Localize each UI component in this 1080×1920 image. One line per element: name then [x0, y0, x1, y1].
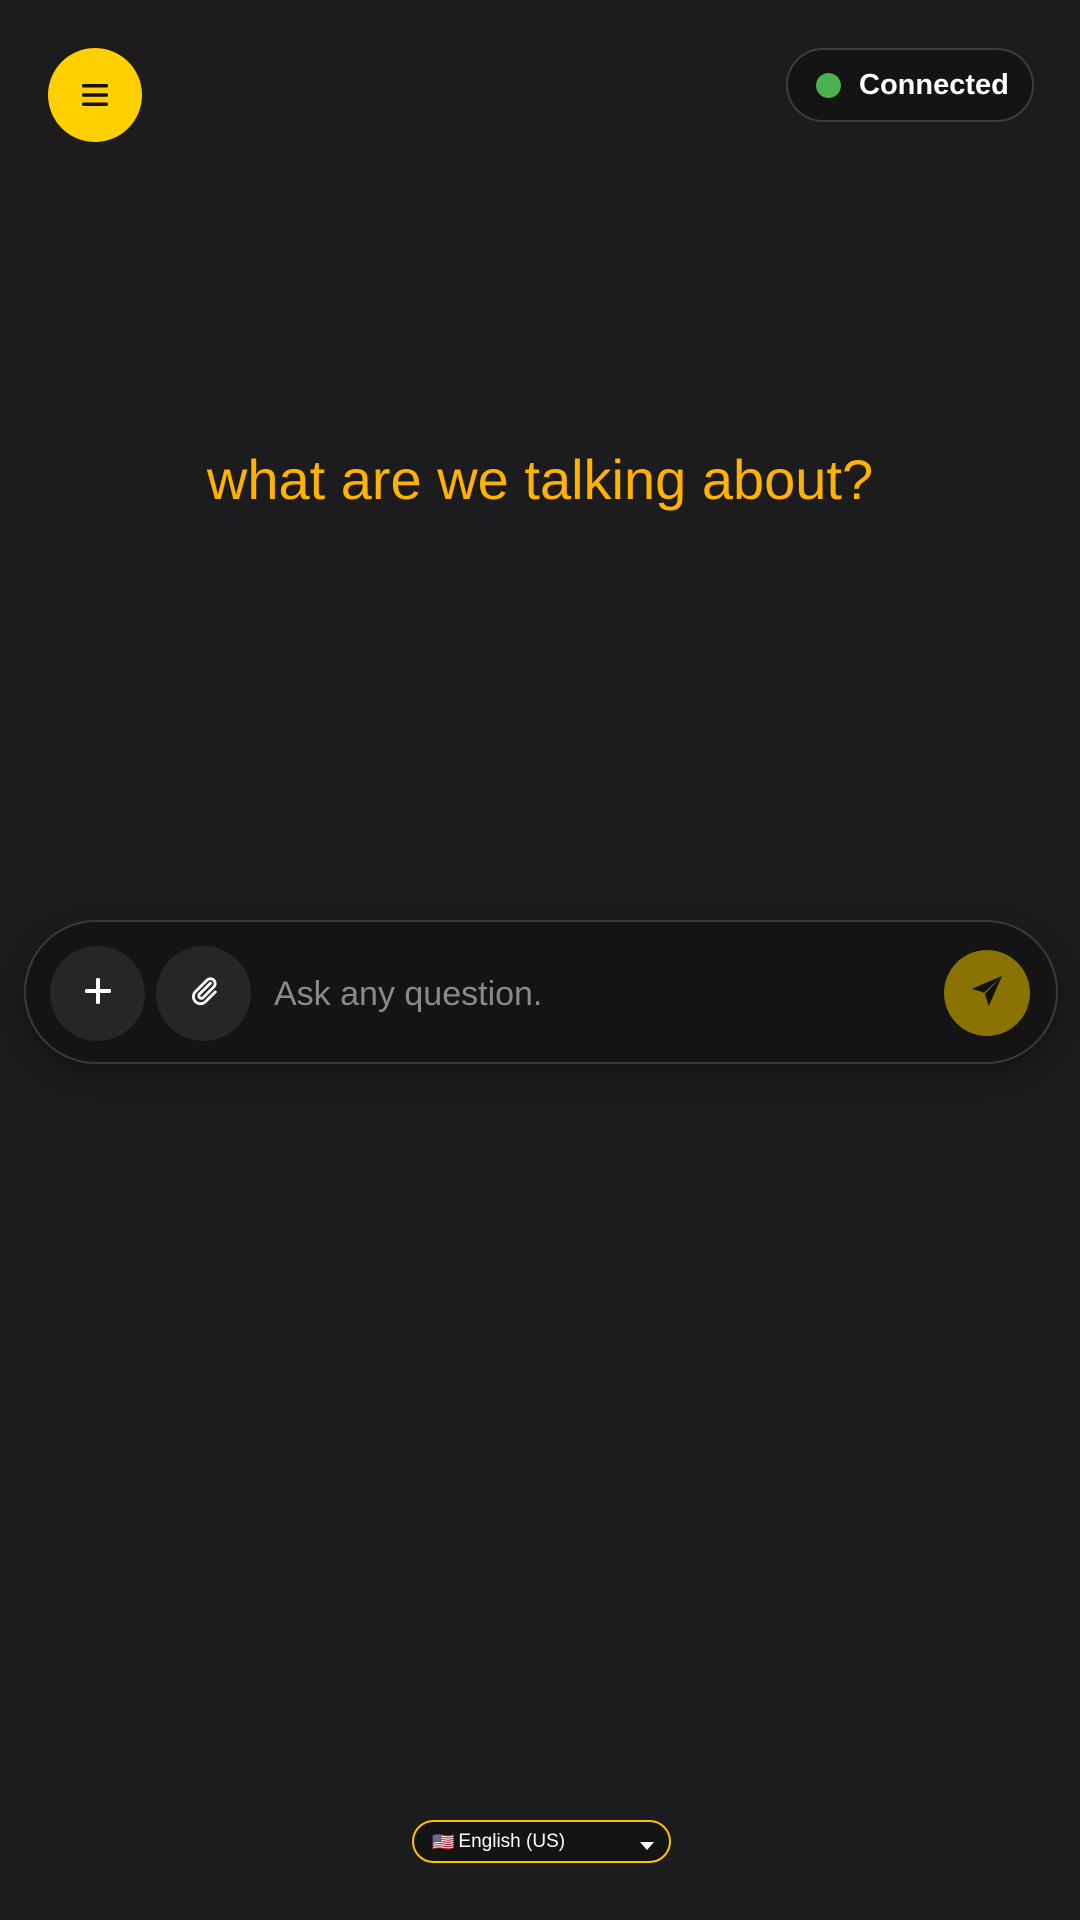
hamburger-menu-icon: [80, 82, 110, 108]
add-button[interactable]: [50, 946, 145, 1041]
attach-button[interactable]: [156, 946, 251, 1041]
paper-plane-icon: [969, 973, 1005, 1014]
page-headline: what are we talking about?: [206, 448, 874, 511]
language-label: English (US): [458, 1830, 566, 1852]
connection-status-badge: Connected: [786, 48, 1034, 122]
status-label: Connected: [859, 68, 1009, 101]
question-input[interactable]: [274, 956, 924, 1032]
plus-icon: [83, 976, 113, 1011]
us-flag-icon: 🇺🇸: [432, 1831, 455, 1852]
caret-down-icon: [639, 1838, 655, 1856]
app-screen: Connected what are we talking about? Ask…: [0, 0, 1080, 1920]
paperclip-icon: [187, 974, 221, 1013]
chat-composer: [24, 920, 1058, 1064]
language-select[interactable]: 🇺🇸 English (US): [412, 1820, 671, 1863]
menu-button[interactable]: [48, 48, 142, 142]
send-button[interactable]: [944, 950, 1030, 1036]
status-dot-icon: [816, 72, 841, 98]
